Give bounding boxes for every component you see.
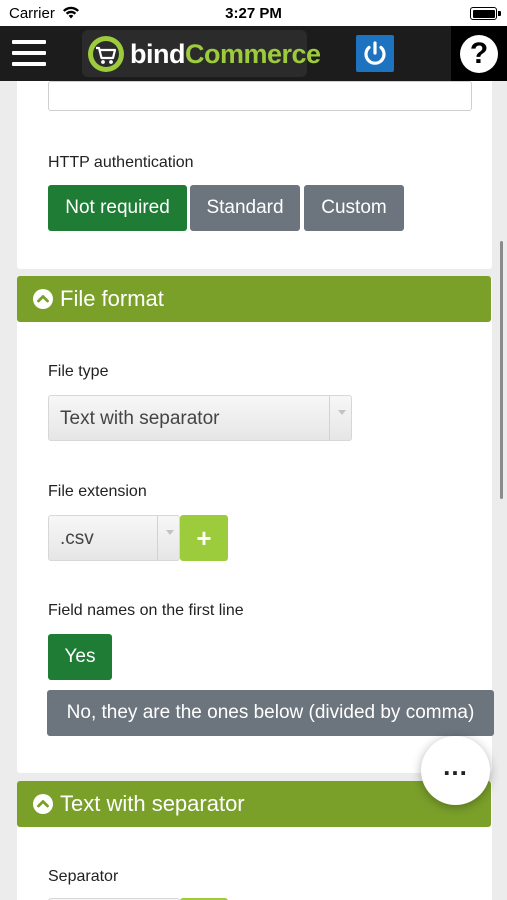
- cart-logo-icon: [88, 36, 124, 72]
- chevron-down-icon: [157, 516, 179, 560]
- field-names-label: Field names on the first line: [48, 602, 244, 619]
- more-options-button[interactable]: ...: [421, 736, 490, 805]
- auth-not-required-button[interactable]: Not required: [48, 185, 187, 231]
- file-extension-label: File extension: [48, 483, 147, 500]
- file-type-value: Text with separator: [60, 408, 220, 429]
- logo-wordmark: bindCommerce: [130, 39, 321, 70]
- file-format-header[interactable]: File format: [17, 276, 491, 322]
- app-header: bindCommerce ?: [0, 26, 507, 81]
- auth-standard-button[interactable]: Standard: [190, 185, 300, 231]
- http-auth-label: HTTP authentication: [48, 154, 194, 171]
- add-extension-button[interactable]: +: [180, 515, 228, 561]
- power-button[interactable]: [356, 35, 394, 72]
- file-type-select[interactable]: Text with separator: [48, 395, 352, 441]
- auth-custom-button[interactable]: Custom: [304, 185, 404, 231]
- file-extension-value: .csv: [60, 528, 94, 549]
- separator-label: Separator: [48, 868, 119, 885]
- field-names-no-button[interactable]: No, they are the ones below (divided by …: [47, 690, 494, 736]
- scrollbar[interactable]: [500, 241, 503, 499]
- text-field-partial[interactable]: [48, 81, 472, 111]
- field-names-yes-button[interactable]: Yes: [48, 634, 112, 680]
- help-icon: ?: [460, 35, 498, 73]
- text-separator-title: Text with separator: [60, 791, 245, 816]
- power-icon: [364, 41, 386, 65]
- clock: 3:27 PM: [225, 5, 282, 22]
- battery-icon: [470, 7, 497, 20]
- battery-tip: [498, 11, 501, 16]
- status-bar: Carrier 3:27 PM: [0, 0, 507, 26]
- bindcommerce-logo: bindCommerce: [82, 30, 321, 77]
- chevron-down-icon: [329, 396, 351, 440]
- chevron-up-icon: [33, 794, 53, 814]
- help-button[interactable]: ?: [451, 26, 507, 81]
- logo-bind-text: bind: [130, 39, 185, 69]
- hamburger-icon[interactable]: [12, 40, 46, 66]
- file-extension-select[interactable]: .csv: [48, 515, 180, 561]
- chevron-up-icon: [33, 289, 53, 309]
- logo-commerce-text: Commerce: [184, 39, 321, 69]
- text-separator-header[interactable]: Text with separator: [17, 781, 491, 827]
- file-type-label: File type: [48, 363, 109, 380]
- file-format-title: File format: [60, 286, 164, 311]
